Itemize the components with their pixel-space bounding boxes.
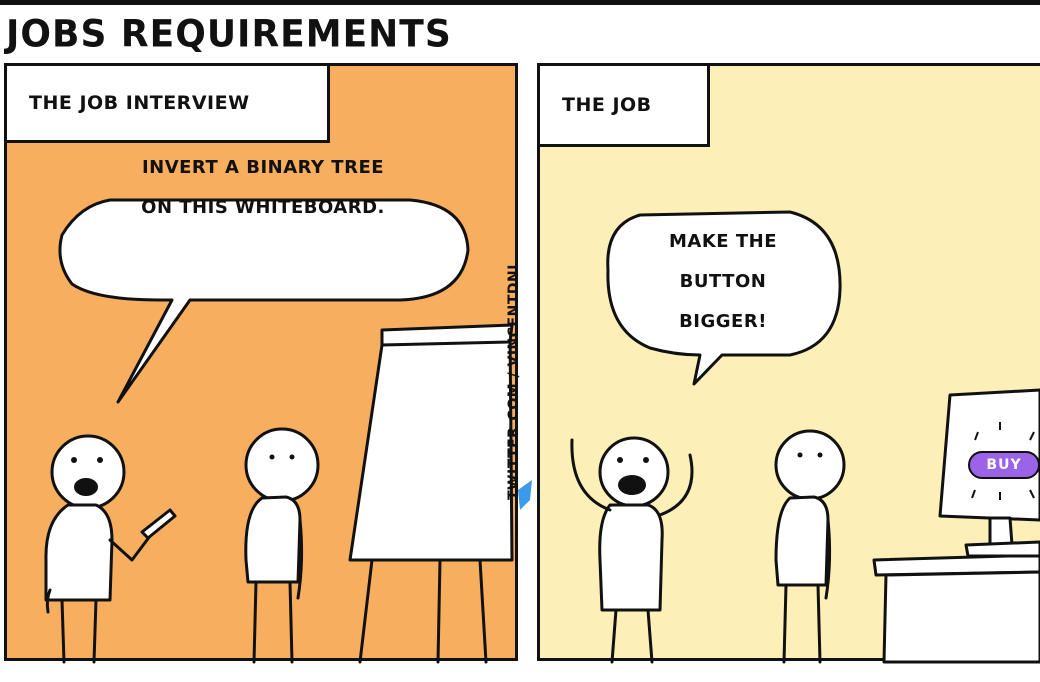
speech-text-job: MAKE THE BUTTON BIGGER! (610, 222, 836, 342)
interviewer-figure (44, 434, 152, 664)
candidate-figure (244, 427, 320, 664)
whiteboard-leg-right (436, 558, 442, 664)
whiteboard-leg-mid (478, 558, 488, 664)
developer-figure (774, 429, 846, 664)
desk-body (882, 570, 1040, 664)
speech-line: BIGGER! (679, 311, 767, 332)
monitor-base (964, 540, 1040, 558)
manager-figure (570, 436, 694, 664)
speech-line: INVERT A BINARY TREE (141, 157, 385, 178)
whiteboard (348, 328, 514, 562)
speech-text-interview: INVERT A BINARY TREE ON THIS WHITEBOARD. (58, 148, 468, 228)
monitor-stand (988, 516, 1014, 547)
buy-button-on-screen: BUY (968, 451, 1040, 479)
marker (140, 508, 177, 540)
interviewer-mouth (74, 478, 98, 496)
whiteboard-leg-left (358, 558, 374, 664)
speech-line: BUTTON (679, 271, 767, 292)
artist-credit: TWITTER.COM / VINCENTDNL (506, 260, 522, 500)
speech-line: MAKE THE (669, 231, 777, 252)
manager-mouth (618, 475, 646, 495)
speech-line: ON THIS WHITEBOARD. (141, 197, 385, 218)
whiteboard-top (380, 323, 514, 347)
